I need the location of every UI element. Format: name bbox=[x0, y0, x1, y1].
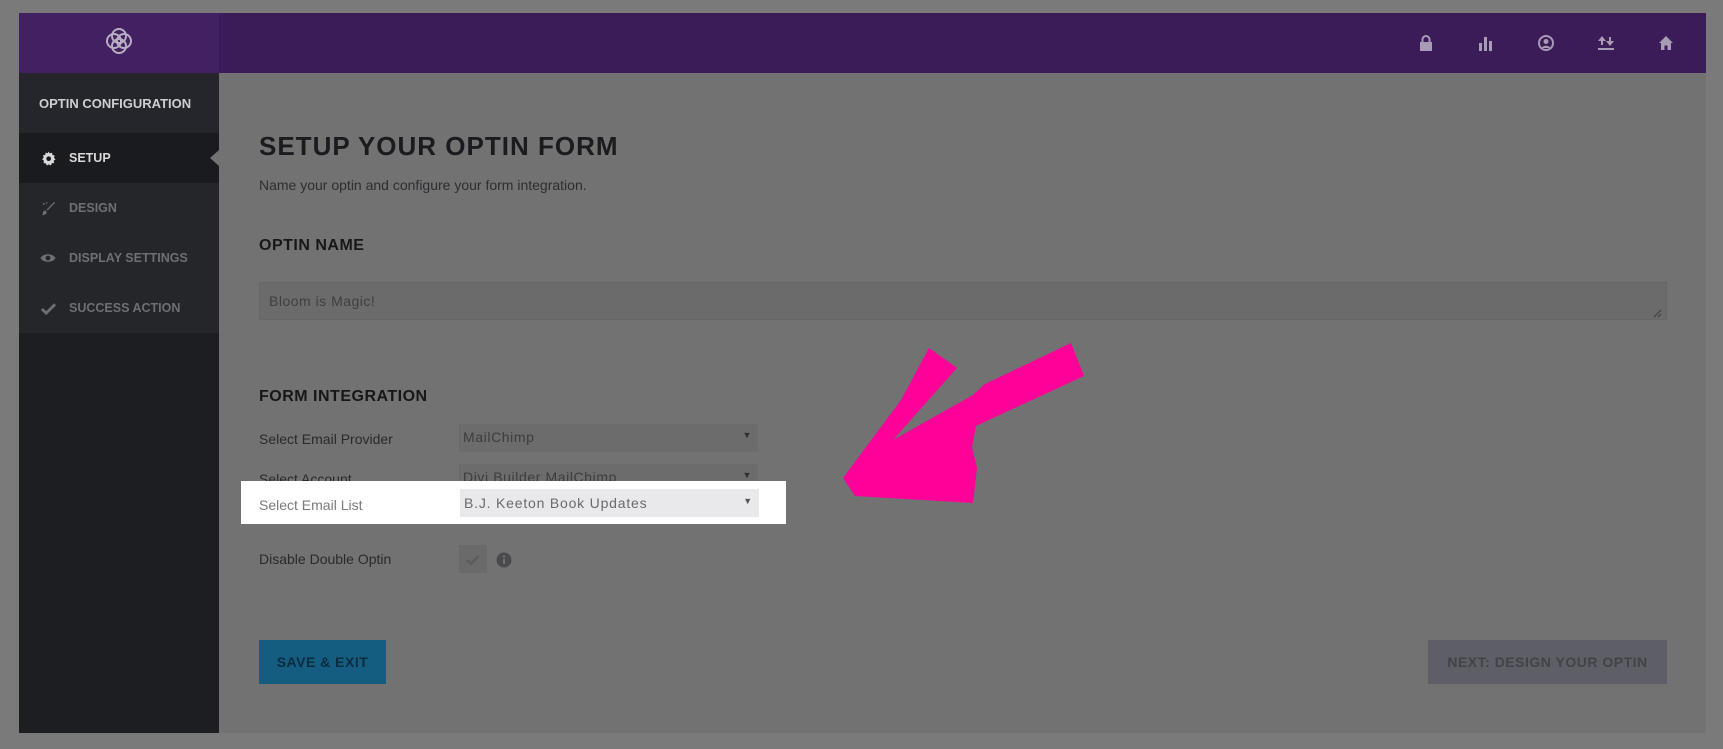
optin-name-heading: OPTIN NAME bbox=[259, 237, 365, 254]
email-list-row-highlight: Select Email List B.J. Keeton Book Updat… bbox=[241, 481, 786, 524]
dropdown-caret-icon: ▼ bbox=[743, 496, 753, 506]
bar-chart-icon[interactable] bbox=[1456, 13, 1516, 73]
sidebar-header: OPTIN CONFIGURATION bbox=[19, 73, 219, 133]
sidebar-item-label: DISPLAY SETTINGS bbox=[69, 251, 188, 265]
sidebar-nav: SETUP DESIGN DISPLAY SETTINGS SUCCESS AC… bbox=[19, 133, 219, 333]
sidebar-item-label: SUCCESS ACTION bbox=[69, 301, 181, 315]
sidebar-item-success-action[interactable]: SUCCESS ACTION bbox=[19, 283, 219, 333]
logo-area bbox=[19, 13, 219, 73]
sidebar-item-label: DESIGN bbox=[69, 201, 117, 215]
double-optin-checkbox[interactable] bbox=[459, 545, 487, 573]
top-bar bbox=[19, 13, 1706, 73]
page-title: SETUP YOUR OPTIN FORM bbox=[259, 131, 619, 161]
email-provider-select[interactable]: MailChimp ▼ bbox=[459, 424, 758, 452]
sidebar: OPTIN CONFIGURATION SETUP DESIGN DISPLAY… bbox=[19, 73, 219, 733]
user-circle-icon[interactable] bbox=[1516, 13, 1576, 73]
email-list-value: B.J. Keeton Book Updates bbox=[464, 495, 648, 511]
dropdown-caret-icon: ▼ bbox=[742, 470, 752, 480]
dropdown-caret-icon: ▼ bbox=[742, 430, 752, 440]
eye-icon bbox=[39, 250, 57, 266]
sidebar-item-label: SETUP bbox=[69, 151, 111, 165]
gear-icon bbox=[39, 150, 57, 166]
page-subtitle: Name your optin and configure your form … bbox=[259, 177, 587, 193]
checkmark-icon bbox=[39, 300, 57, 316]
email-list-label: Select Email List bbox=[259, 497, 363, 513]
next-design-optin-button[interactable]: NEXT: DESIGN YOUR OPTIN bbox=[1428, 640, 1667, 684]
lock-icon[interactable] bbox=[1396, 13, 1456, 73]
info-icon[interactable] bbox=[496, 552, 512, 573]
home-icon[interactable] bbox=[1636, 13, 1696, 73]
optin-name-field[interactable] bbox=[259, 282, 1667, 320]
email-provider-label: Select Email Provider bbox=[259, 431, 393, 447]
annotation-arrow bbox=[835, 340, 1095, 515]
check-icon bbox=[466, 554, 480, 565]
paint-brush-icon bbox=[39, 200, 57, 216]
email-list-select[interactable]: B.J. Keeton Book Updates ▼ bbox=[460, 489, 759, 517]
sidebar-item-setup[interactable]: SETUP bbox=[19, 133, 219, 183]
sidebar-item-display-settings[interactable]: DISPLAY SETTINGS bbox=[19, 233, 219, 283]
bloom-logo-icon[interactable] bbox=[102, 24, 136, 63]
top-icon-bar bbox=[1396, 13, 1696, 73]
double-optin-label: Disable Double Optin bbox=[259, 551, 392, 567]
save-exit-button[interactable]: SAVE & EXIT bbox=[259, 640, 386, 684]
form-integration-heading: FORM INTEGRATION bbox=[259, 388, 428, 405]
import-export-icon[interactable] bbox=[1576, 13, 1636, 73]
sidebar-item-design[interactable]: DESIGN bbox=[19, 183, 219, 233]
email-provider-value: MailChimp bbox=[463, 429, 535, 445]
